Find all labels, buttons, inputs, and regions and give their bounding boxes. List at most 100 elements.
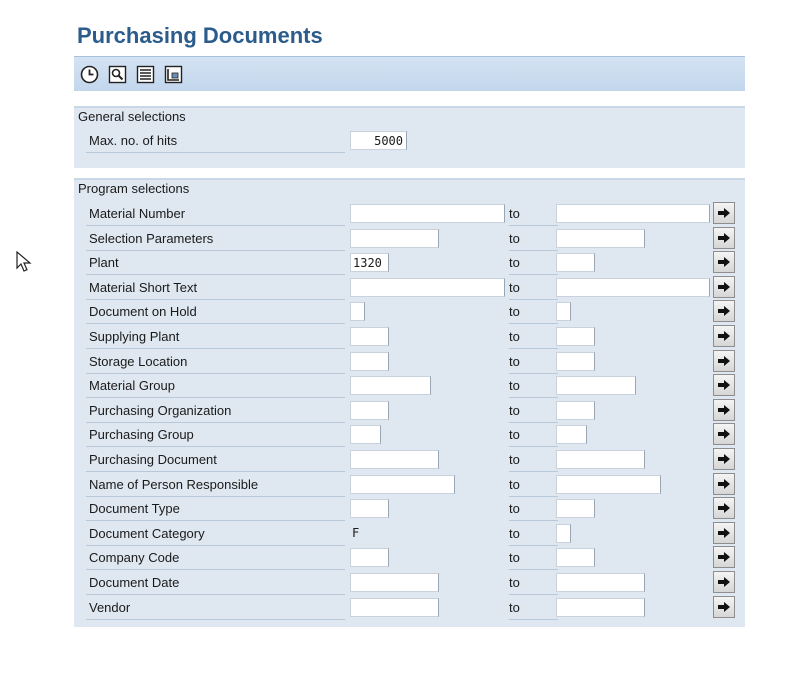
to-label: to	[509, 596, 558, 620]
to-label: to	[509, 276, 558, 300]
to-label: to	[509, 251, 558, 276]
group-title: Program selections	[74, 180, 226, 197]
to-label: to	[509, 227, 558, 251]
arrow-right-icon	[718, 380, 730, 391]
field-label: Document Type	[86, 497, 345, 522]
field-label: Supplying Plant	[86, 325, 345, 349]
to-field[interactable]	[556, 204, 710, 223]
to-label: to	[509, 399, 558, 423]
to-field[interactable]	[556, 228, 645, 248]
multiple-selection-button[interactable]	[713, 251, 735, 274]
selection-row: Document Type to	[86, 497, 736, 522]
to-field[interactable]	[556, 302, 571, 322]
multiple-selection-button[interactable]	[713, 497, 735, 520]
to-label: to	[509, 497, 558, 522]
multiple-selection-button[interactable]	[713, 202, 735, 224]
from-field[interactable]	[350, 425, 381, 445]
selection-row: Purchasing Organization to	[86, 398, 736, 423]
to-field[interactable]	[556, 400, 595, 420]
multiple-selection-button[interactable]	[713, 595, 735, 618]
to-label: to	[509, 325, 558, 349]
multiple-selection-button[interactable]	[713, 521, 735, 544]
from-field[interactable]	[350, 400, 389, 420]
to-field[interactable]	[556, 573, 645, 592]
from-field[interactable]	[350, 573, 439, 592]
field-label: Purchasing Group	[86, 423, 345, 448]
application-toolbar	[74, 56, 745, 91]
to-field[interactable]	[556, 376, 636, 396]
arrow-right-icon	[718, 577, 730, 587]
multiple-selection-button[interactable]	[713, 349, 735, 372]
to-label: to	[509, 571, 558, 595]
arrow-right-icon	[718, 281, 730, 292]
from-field[interactable]	[350, 302, 365, 322]
mouse-cursor-icon	[16, 250, 32, 276]
multiple-selection-button[interactable]	[713, 275, 735, 298]
to-field[interactable]	[556, 253, 595, 273]
field-label: Document on Hold	[86, 300, 345, 325]
from-field[interactable]	[350, 450, 439, 469]
from-field[interactable]	[350, 499, 389, 519]
to-label: to	[509, 202, 558, 226]
field-label: Storage Location	[86, 350, 345, 374]
arrow-right-icon	[718, 257, 730, 268]
to-field[interactable]	[556, 277, 710, 297]
arrow-right-icon	[718, 478, 730, 489]
from-field[interactable]	[350, 327, 389, 346]
field-label: Material Group	[86, 374, 345, 399]
from-field[interactable]	[350, 228, 439, 248]
from-field[interactable]	[350, 376, 431, 396]
multiple-selection-button[interactable]	[713, 423, 735, 446]
to-field[interactable]	[556, 597, 645, 617]
arrow-right-icon	[718, 552, 730, 563]
to-field[interactable]	[556, 474, 661, 494]
multiple-selection-button[interactable]	[713, 325, 735, 347]
field-label: Material Number	[86, 202, 345, 226]
max-hits-field[interactable]	[350, 131, 407, 150]
field-label: Plant	[86, 251, 345, 276]
arrow-right-icon	[718, 208, 730, 218]
to-label: to	[509, 350, 558, 374]
execute-clock-icon[interactable]	[79, 64, 99, 84]
to-label: to	[509, 448, 558, 472]
to-field[interactable]	[556, 425, 587, 445]
field-label: Purchasing Document	[86, 448, 345, 472]
to-label: to	[509, 374, 558, 399]
from-field[interactable]	[350, 204, 505, 223]
multiple-selection-button[interactable]	[713, 374, 735, 397]
to-field[interactable]	[556, 351, 595, 371]
max-hits-row: Max. no. of hits	[86, 129, 686, 153]
field-label: Name of Person Responsible	[86, 473, 345, 497]
multiple-selection-button[interactable]	[713, 226, 735, 249]
from-field[interactable]	[350, 351, 389, 371]
to-field[interactable]	[556, 327, 595, 346]
selection-row: Selection Parameters to	[86, 226, 736, 251]
multiple-selection-button[interactable]	[713, 546, 735, 569]
selection-row: Storage Location to	[86, 349, 736, 374]
to-field[interactable]	[556, 450, 645, 469]
get-variant-icon[interactable]	[107, 64, 127, 84]
to-field[interactable]	[556, 523, 571, 543]
program-selections-group: Program selections Material Number to Sele…	[74, 178, 745, 627]
multiple-selection-button[interactable]	[713, 472, 735, 495]
from-field[interactable]	[350, 253, 389, 273]
to-field[interactable]	[556, 499, 595, 519]
from-field[interactable]	[350, 597, 439, 617]
from-field[interactable]	[350, 474, 455, 494]
to-label: to	[509, 423, 558, 448]
selection-row: Purchasing Group to	[86, 423, 736, 448]
from-field[interactable]	[350, 277, 505, 297]
list-icon[interactable]	[135, 64, 155, 84]
from-field[interactable]	[350, 548, 389, 568]
arrow-right-icon	[718, 404, 730, 415]
multiple-selection-button[interactable]	[713, 398, 735, 421]
arrow-right-icon	[718, 232, 730, 243]
from-field[interactable]	[350, 523, 365, 543]
multiple-selection-button[interactable]	[713, 571, 735, 593]
dynamic-selection-icon[interactable]	[163, 64, 183, 84]
selection-row: Name of Person Responsible to	[86, 472, 736, 497]
arrow-right-icon	[718, 429, 730, 440]
to-field[interactable]	[556, 548, 595, 568]
multiple-selection-button[interactable]	[713, 300, 735, 323]
multiple-selection-button[interactable]	[713, 448, 735, 470]
